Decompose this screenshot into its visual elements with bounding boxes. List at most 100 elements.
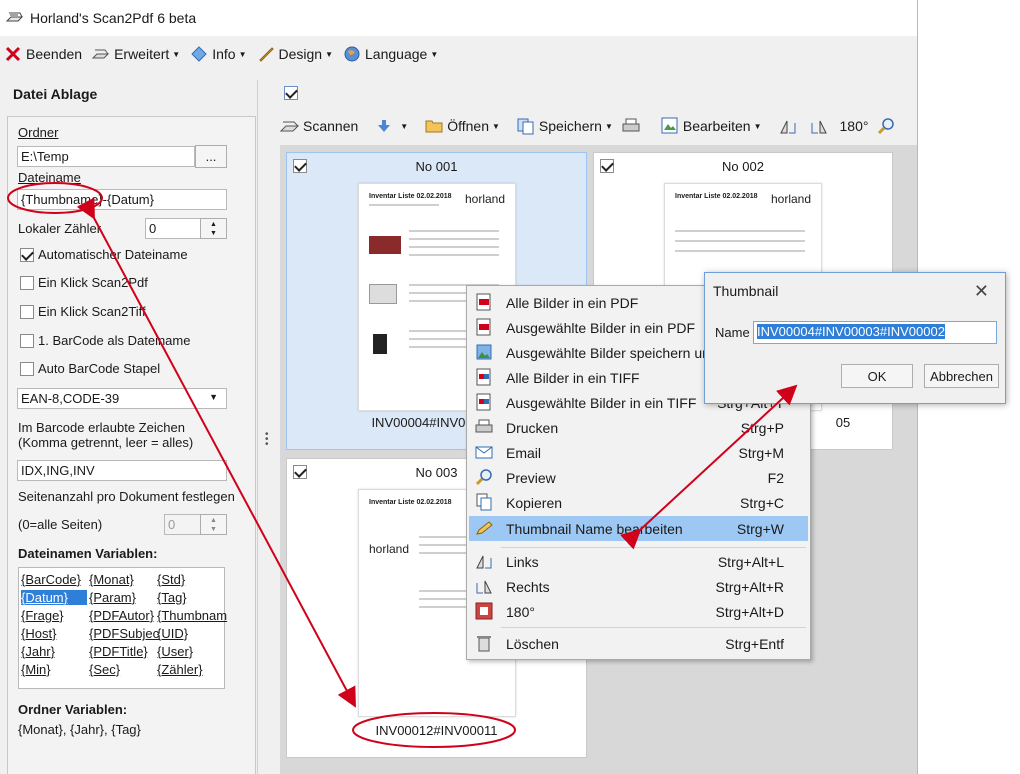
main-toolbar: Scannen ▼ Öffnen ▼ Speichern ▼ Bearbeiten ▼: [280, 112, 917, 140]
window-title: Horland's Scan2Pdf 6 beta: [30, 10, 197, 26]
ctx-item-loeschen[interactable]: Löschen Strg+Entf: [469, 631, 808, 656]
brush-icon: [257, 45, 275, 63]
lokaler-zaehler-input[interactable]: 0: [145, 218, 201, 239]
ctx-item-preview[interactable]: Preview F2: [469, 465, 808, 490]
variable-item[interactable]: {Sec}: [89, 662, 120, 677]
ctx-item-links[interactable]: Links Strg+Alt+L: [469, 549, 808, 574]
doc-line: [409, 254, 499, 256]
menu-erweitert[interactable]: Erweitert ▼: [92, 45, 180, 63]
menu-separator: [501, 547, 806, 548]
delete-button[interactable]: [915, 116, 917, 136]
ctx-item-rotate-180[interactable]: 180° Strg+Alt+D: [469, 599, 808, 624]
ctx-item-kopieren[interactable]: Kopieren Strg+C: [469, 490, 808, 515]
dateiname-input[interactable]: {Thumbname}-{Datum}: [17, 189, 227, 210]
ctx-item-email[interactable]: Email Strg+M: [469, 440, 808, 465]
variable-item[interactable]: {Jahr}: [21, 644, 55, 659]
ctx-label: Ausgewählte Bilder in ein TIFF: [506, 394, 697, 411]
ctx-shortcut: Strg+M: [738, 444, 784, 461]
variable-item[interactable]: {PDFSubjec: [89, 626, 159, 641]
variable-item[interactable]: {Frage}: [21, 608, 64, 623]
seitenanzahl-input[interactable]: 0: [164, 514, 201, 535]
menu-erweitert-label: Erweitert: [114, 46, 170, 62]
variable-item[interactable]: {User}: [157, 644, 193, 659]
variable-item[interactable]: {Host}: [21, 626, 56, 641]
ctx-item-thumbnail-name-bearbeiten[interactable]: Thumbnail Name bearbeiten Strg+W: [469, 516, 808, 541]
oeffnen-button[interactable]: Öffnen ▼: [424, 116, 500, 136]
doc-line: [675, 240, 805, 242]
pdf-icon: [475, 318, 493, 336]
scannen-button[interactable]: Scannen: [280, 116, 358, 136]
dropdown-caret-icon: ▼: [491, 121, 500, 131]
variable-item[interactable]: {Std}: [157, 572, 185, 587]
menu-info[interactable]: Info ▼: [190, 45, 247, 63]
variable-item[interactable]: {Zähler}: [157, 662, 203, 677]
browse-button[interactable]: ...: [195, 145, 227, 168]
dialog-name-input[interactable]: INV00004#INV00003#INV00002: [753, 321, 997, 344]
ctx-label: Email: [506, 444, 542, 461]
checkbox-label: 1. BarCode als Dateiname: [38, 333, 191, 348]
ordner-variablen-value: {Monat}, {Jahr}, {Tag}: [18, 722, 141, 737]
variable-item[interactable]: {Thumbnam: [157, 608, 227, 623]
thumbnail-title: No 001: [415, 159, 458, 174]
checkbox-ein-klick-scan2pdf[interactable]: [20, 276, 34, 290]
dropdown-caret-icon: ▼: [604, 121, 613, 131]
rotate-left-icon: [475, 552, 493, 570]
checkbox-label: Automatischer Dateiname: [38, 247, 188, 262]
bearbeiten-button[interactable]: Bearbeiten ▼: [660, 116, 762, 136]
checkbox-automatischer-dateiname[interactable]: [20, 248, 34, 262]
variable-item-selected[interactable]: {Datum}: [21, 590, 87, 605]
checkbox-auto-barcode-stapel[interactable]: [20, 362, 34, 376]
dropdown-caret-icon: ▼: [325, 49, 334, 59]
ctx-item-rechts[interactable]: Rechts Strg+Alt+R: [469, 574, 808, 599]
menu-beenden[interactable]: Beenden: [4, 45, 82, 63]
variable-item[interactable]: {BarCode}: [21, 572, 81, 587]
dialog-name-label: Name: [715, 325, 750, 340]
checkbox-barcode-dateiname[interactable]: [20, 334, 34, 348]
variable-item[interactable]: {PDFTitle}: [89, 644, 148, 659]
copy-icon: [475, 493, 493, 511]
info-diamond-icon: [190, 45, 208, 63]
dropdown-caret-icon: ▼: [430, 49, 439, 59]
import-button[interactable]: ▼: [374, 116, 408, 136]
variable-item[interactable]: {Monat}: [89, 572, 134, 587]
folder-icon: [424, 116, 444, 136]
variable-item[interactable]: {Tag}: [157, 590, 187, 605]
abbrechen-button[interactable]: Abbrechen: [924, 364, 999, 388]
doc-line: [409, 246, 499, 248]
zoom-button[interactable]: [876, 116, 899, 136]
seitenanzahl-spinner[interactable]: ▲ ▼: [200, 514, 227, 535]
rotate-180-button[interactable]: 180°: [840, 118, 869, 134]
barcode-chars-label: Im Barcode erlaubte Zeichen (Komma getre…: [18, 420, 194, 450]
splitter-grip-icon[interactable]: • • •: [265, 430, 269, 450]
variable-item[interactable]: {PDFAutor}: [89, 608, 154, 623]
rotate-left-button[interactable]: [778, 116, 801, 136]
checkbox-label: Auto BarCode Stapel: [38, 361, 161, 376]
rotate-180-icon: [475, 602, 493, 620]
variable-item[interactable]: {UID}: [157, 626, 188, 641]
checkbox-ein-klick-scan2tiff[interactable]: [20, 305, 34, 319]
variable-item[interactable]: {Param}: [89, 590, 136, 605]
seitenanzahl-label: Seitenanzahl pro Dokument festlegen: [18, 489, 235, 504]
barcode-type-select[interactable]: EAN-8,CODE-39 ▼: [17, 388, 227, 409]
variable-item[interactable]: {Min}: [21, 662, 51, 677]
lokaler-zaehler-spinner[interactable]: ▲ ▼: [200, 218, 227, 239]
select-all-checkbox[interactable]: [284, 86, 298, 100]
print-button[interactable]: [621, 116, 644, 136]
menu-design[interactable]: Design ▼: [257, 45, 334, 63]
doc-line: [369, 204, 439, 206]
close-icon[interactable]: ✕: [974, 281, 989, 302]
menu-language[interactable]: Language ▼: [343, 45, 438, 63]
dropdown-caret-icon: ▼: [172, 49, 181, 59]
menu-info-label: Info: [212, 46, 236, 62]
barcode-chars-input[interactable]: IDX,ING,INV: [17, 460, 227, 481]
speichern-button[interactable]: Speichern ▼: [516, 116, 613, 136]
magnifier-icon: [876, 116, 896, 136]
ok-button[interactable]: OK: [841, 364, 913, 388]
panel-title: Datei Ablage: [13, 86, 98, 102]
ordner-input[interactable]: E:\Temp: [17, 146, 195, 167]
rotate-right-button[interactable]: [809, 116, 832, 136]
ctx-label: Alle Bilder in ein PDF: [506, 294, 639, 311]
arrow-down-icon: [374, 116, 394, 136]
lokaler-zaehler-label: Lokaler Zähler: [18, 221, 102, 236]
ctx-item-drucken[interactable]: Drucken Strg+P: [469, 415, 808, 440]
